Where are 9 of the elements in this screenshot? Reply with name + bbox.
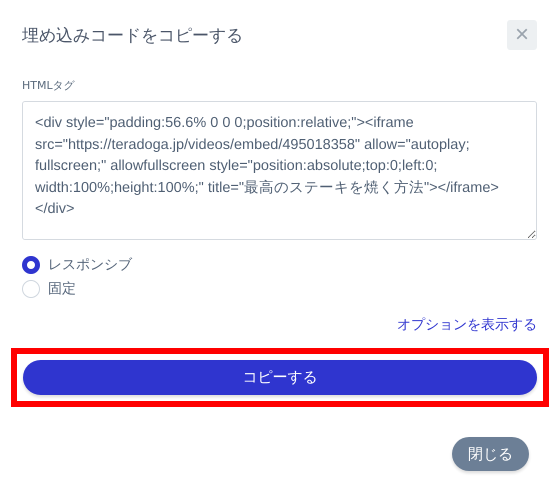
- radio-label: レスポンシブ: [48, 256, 132, 274]
- copy-button[interactable]: コピーする: [23, 360, 537, 395]
- field-label: HTMLタグ: [22, 78, 76, 93]
- options-link[interactable]: オプションを表示する: [397, 316, 537, 334]
- close-dialog-button[interactable]: 閉じる: [452, 437, 529, 471]
- code-field[interactable]: <div style="padding:56.6% 0 0 0;position:relative;"><iframe src="https://teradoga.jp/videos/embed/495018358" allow="autoplay; fullscreen;" allowfullscreen style="position:absolute;top:0;left:0; width:100%;height:100%;" title="最高のステーキを焼く方法"></iframe></div>: [22, 101, 537, 240]
- dialog-title: 埋め込みコードをコピーする: [22, 24, 243, 46]
- radio-button[interactable]: [22, 256, 40, 274]
- radio-label: 固定: [48, 280, 76, 298]
